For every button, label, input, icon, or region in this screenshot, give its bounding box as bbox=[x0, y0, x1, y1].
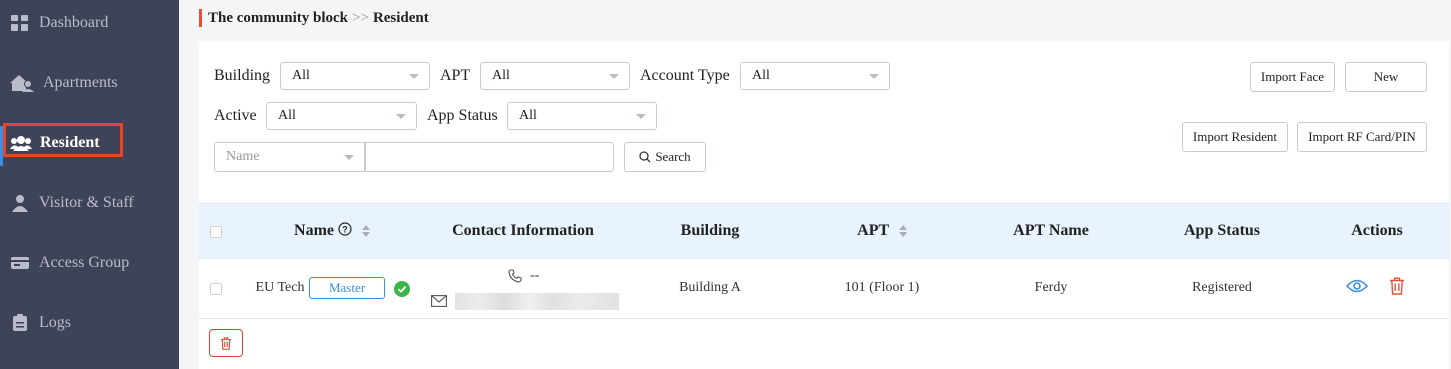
table-row: EU Tech Master -- Building A 101 (Floor … bbox=[199, 259, 1449, 319]
sidebar-item-apartments[interactable]: Apartments bbox=[0, 63, 179, 103]
svg-text:?: ? bbox=[342, 225, 348, 235]
apt-value: All bbox=[492, 68, 510, 83]
row-checkbox[interactable] bbox=[210, 283, 222, 295]
chevron-down-icon bbox=[396, 114, 406, 119]
new-button[interactable]: New bbox=[1345, 62, 1427, 92]
search-field-placeholder: Name bbox=[226, 149, 260, 164]
sidebar-item-label: Logs bbox=[39, 314, 71, 331]
search-button[interactable]: Search bbox=[624, 142, 706, 172]
chevron-down-icon bbox=[609, 74, 619, 79]
account-type-select[interactable]: All bbox=[740, 62, 890, 90]
email-redacted bbox=[455, 293, 619, 310]
chevron-down-icon bbox=[869, 74, 879, 79]
sidebar-item-label: Visitor & Staff bbox=[39, 194, 134, 211]
column-apt[interactable]: APT bbox=[857, 222, 907, 240]
search-input[interactable] bbox=[365, 142, 614, 172]
account-type-value: All bbox=[752, 68, 770, 83]
active-label: Active bbox=[214, 107, 257, 124]
chevron-down-icon bbox=[636, 114, 646, 119]
active-value: All bbox=[278, 108, 296, 123]
table-header: Name ? Contact Information Building APT … bbox=[199, 203, 1449, 259]
app-status-cell: Registered bbox=[1192, 280, 1252, 295]
phone-icon bbox=[508, 269, 522, 283]
view-eye-icon[interactable] bbox=[1346, 279, 1368, 293]
app-status-value: All bbox=[519, 108, 537, 123]
resident-name: EU Tech bbox=[255, 280, 305, 295]
breadcrumb-marker bbox=[199, 9, 202, 27]
apt-label: APT bbox=[440, 67, 471, 84]
mail-icon bbox=[431, 295, 447, 307]
sort-icon[interactable] bbox=[898, 225, 907, 238]
sidebar-item-visitor-staff[interactable]: Visitor & Staff bbox=[0, 183, 179, 223]
building-cell: Building A bbox=[679, 280, 741, 295]
building-value: All bbox=[292, 68, 310, 83]
column-app-status: App Status bbox=[1183, 222, 1261, 239]
app-status-label: App Status bbox=[427, 107, 498, 124]
main-panel: Building All APT All Account Type All Im… bbox=[199, 41, 1449, 369]
column-actions: Actions bbox=[1351, 222, 1403, 239]
column-contact-information: Contact Information bbox=[452, 222, 594, 239]
import-face-button[interactable]: Import Face bbox=[1250, 62, 1335, 92]
breadcrumb: The community block >> Resident bbox=[199, 6, 429, 30]
search-button-label: Search bbox=[655, 149, 691, 164]
sidebar-item-label: Apartments bbox=[43, 74, 118, 91]
account-type-label: Account Type bbox=[640, 67, 730, 84]
building-select[interactable]: All bbox=[280, 62, 430, 90]
sidebar-item-dashboard[interactable]: Dashboard bbox=[0, 3, 179, 43]
building-label: Building bbox=[214, 67, 271, 84]
trash-icon[interactable] bbox=[1389, 277, 1405, 295]
column-label: Name bbox=[294, 222, 334, 239]
highlight-box bbox=[3, 123, 123, 157]
import-resident-button[interactable]: Import Resident bbox=[1182, 122, 1288, 152]
help-icon[interactable]: ? bbox=[338, 222, 352, 236]
active-select[interactable]: All bbox=[266, 102, 417, 130]
logs-icon bbox=[9, 314, 31, 332]
breadcrumb-current: Resident bbox=[372, 9, 429, 26]
chevron-down-icon bbox=[409, 74, 419, 79]
apt-name-cell: Ferdy bbox=[1034, 280, 1068, 295]
bulk-delete-button[interactable] bbox=[209, 329, 243, 357]
search-field-select[interactable]: Name bbox=[214, 142, 365, 172]
column-apt-name: APT Name bbox=[1013, 222, 1089, 239]
visitor-staff-icon bbox=[9, 194, 31, 212]
phone-value: -- bbox=[530, 268, 540, 283]
role-badge: Master bbox=[309, 277, 385, 299]
apt-select[interactable]: All bbox=[480, 62, 630, 90]
sidebar-item-logs[interactable]: Logs bbox=[0, 303, 179, 343]
apartments-icon bbox=[9, 74, 35, 92]
chevron-down-icon bbox=[344, 155, 354, 160]
sidebar-item-label: Access Group bbox=[39, 254, 130, 271]
column-label: APT bbox=[857, 222, 889, 239]
sidebar-item-access-group[interactable]: Access Group bbox=[0, 243, 179, 283]
select-all-checkbox[interactable] bbox=[210, 226, 222, 238]
trash-icon bbox=[220, 336, 232, 350]
sidebar: Dashboard Apartments Resident Visitor & … bbox=[0, 0, 179, 369]
column-name[interactable]: Name ? bbox=[294, 222, 370, 240]
breadcrumb-parent[interactable]: The community block bbox=[208, 10, 348, 27]
access-group-icon bbox=[9, 254, 31, 272]
sort-icon[interactable] bbox=[361, 225, 370, 238]
apt-cell: 101 (Floor 1) bbox=[844, 280, 920, 295]
dashboard-icon bbox=[9, 14, 31, 32]
import-rf-card-pin-button[interactable]: Import RF Card/PIN bbox=[1297, 122, 1427, 152]
sidebar-item-label: Dashboard bbox=[39, 14, 109, 31]
check-circle-icon bbox=[394, 281, 410, 297]
breadcrumb-separator: >> bbox=[352, 9, 369, 26]
column-building: Building bbox=[680, 222, 740, 239]
app-status-select[interactable]: All bbox=[507, 102, 657, 130]
search-icon bbox=[639, 151, 651, 163]
